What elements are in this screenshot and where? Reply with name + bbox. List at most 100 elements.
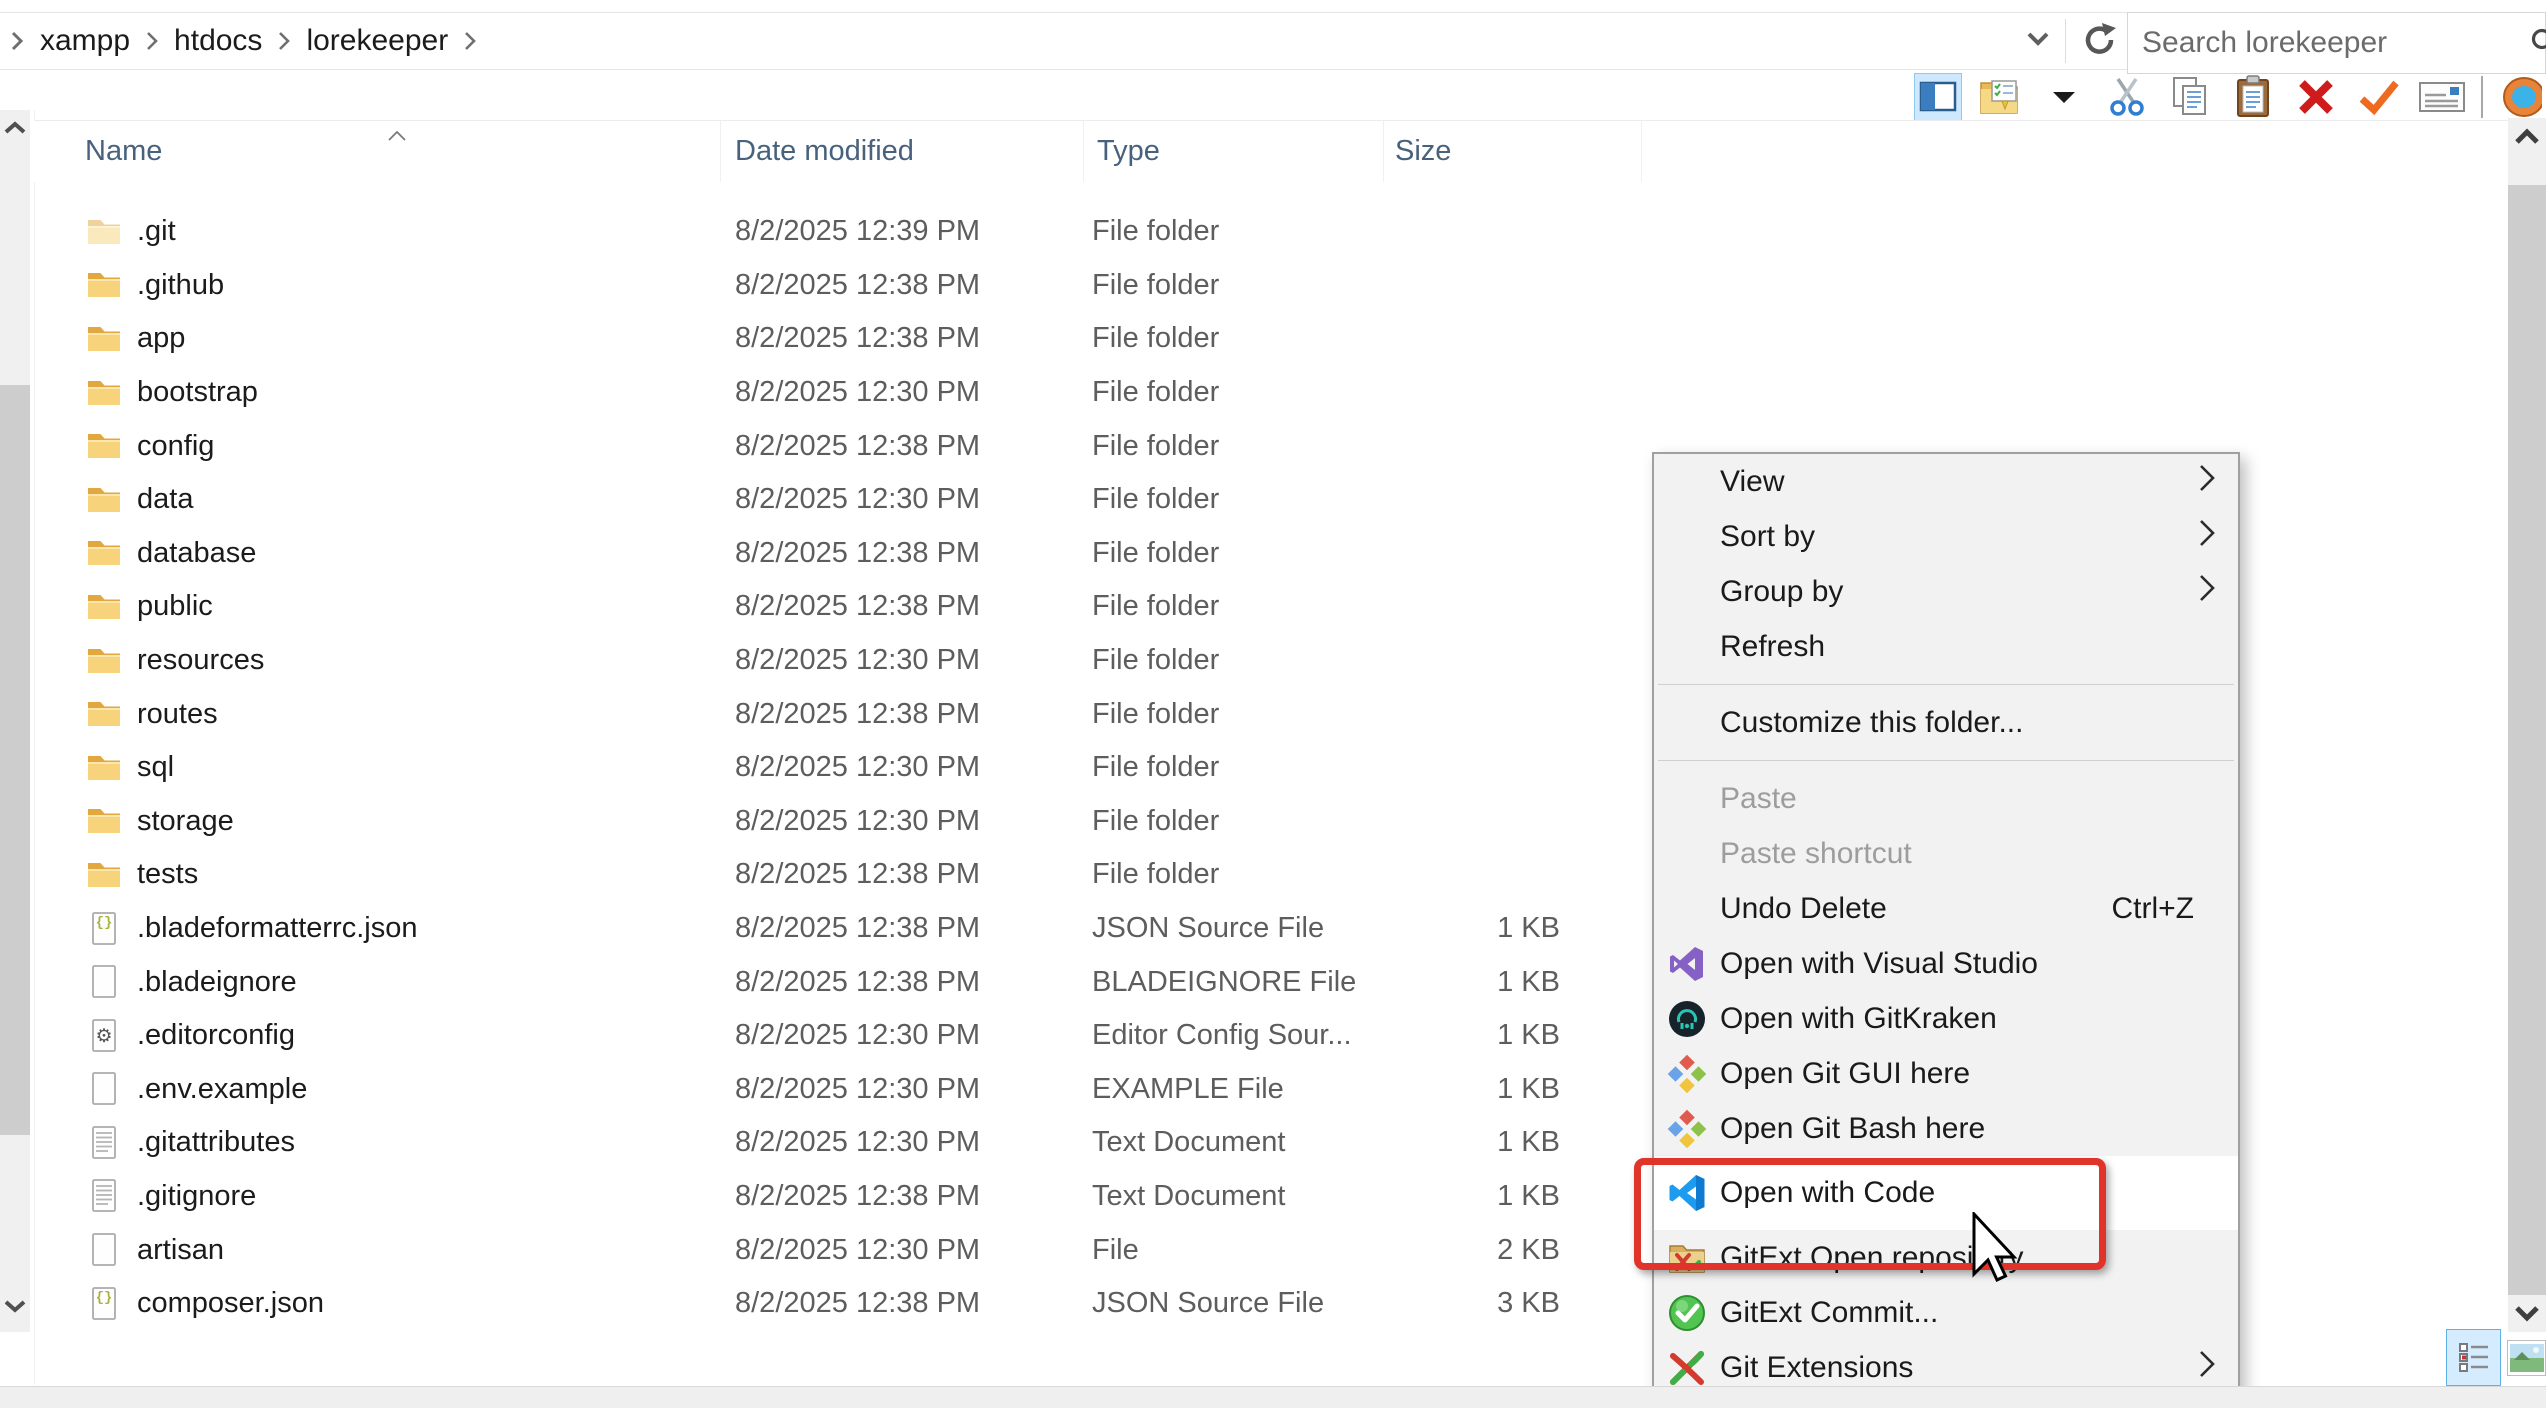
details-view-button[interactable] [2446,1329,2501,1386]
folder-options-button[interactable] [1977,73,2025,121]
menu-item-label: Paste shortcut [1720,837,1912,871]
dropdown-caret-button[interactable] [2040,73,2088,121]
breadcrumb-chevron-icon[interactable] [268,31,300,51]
search-icon[interactable] [2528,26,2546,60]
file-icon: {} [85,1283,123,1325]
menu-item-open-with-visual-studio[interactable]: Open with Visual Studio [1654,936,2238,991]
file-type: File folder [1092,483,1219,516]
folder-icon [85,211,123,253]
menu-item-label: Undo Delete [1720,892,1887,926]
column-header-size[interactable]: Size [1384,121,1642,182]
scroll-down-icon[interactable] [0,1292,30,1320]
cut-icon [2106,75,2148,119]
menu-item-label: GitExt Open repository [1720,1241,2023,1275]
file-size: 2 KB [1320,1234,1560,1267]
menu-item-open-with-code[interactable]: Open with Code [1654,1156,2238,1230]
search-input[interactable] [2128,26,2528,60]
menu-item-group-by[interactable]: Group by [1654,564,2238,619]
menu-item-open-git-gui-here[interactable]: Open Git GUI here [1654,1046,2238,1101]
menu-item-label: Customize this folder... [1720,706,2023,740]
file-row-.git[interactable]: .git8/2/2025 12:39 PMFile folder [34,205,2508,259]
left-scrollbar[interactable] [0,110,30,1332]
breadcrumb-chevron-icon[interactable] [454,31,486,51]
thumbnail-view-button[interactable] [2507,1340,2546,1376]
file-type: JSON Source File [1092,912,1324,945]
paste-button[interactable] [2229,73,2277,121]
breadcrumb-chevron-icon[interactable] [136,31,168,51]
scroll-up-icon[interactable] [0,114,30,142]
delete-button[interactable] [2292,73,2340,121]
svg-text:{}: {} [96,1290,113,1306]
file-size: 1 KB [1320,912,1560,945]
menu-item-view[interactable]: View [1654,454,2238,509]
file-date: 8/2/2025 12:38 PM [735,912,980,945]
menu-item-customize-this-folder[interactable]: Customize this folder... [1654,695,2238,750]
folder-icon [85,318,123,360]
preview-pane-button[interactable] [1914,73,1962,121]
file-date: 8/2/2025 12:38 PM [735,322,980,355]
address-dropdown-icon[interactable] [2025,31,2051,52]
refresh-icon[interactable] [2080,19,2120,64]
file-name: public [137,590,213,623]
file-icon [85,1336,123,1345]
git-bash-icon [1666,1108,1708,1150]
column-header-date-modified[interactable]: Date modified [721,121,1084,182]
thumbnail-view-icon [2510,1344,2544,1372]
menu-item-open-git-bash-here[interactable]: Open Git Bash here [1654,1101,2238,1156]
cut-button[interactable] [2103,73,2151,121]
right-scroll-down-icon[interactable] [2508,1298,2546,1328]
file-type: File [1092,1234,1139,1267]
file-type: File folder [1092,751,1219,784]
menu-item-paste-shortcut: Paste shortcut [1654,826,2238,881]
menu-item-sort-by[interactable]: Sort by [1654,509,2238,564]
file-date: 8/2/2025 12:30 PM [735,1073,980,1106]
file-type: Text Document [1092,1180,1285,1213]
breadcrumb-item-xampp[interactable]: xampp [34,24,136,58]
right-scrollbar-thumb[interactable] [2508,185,2546,1295]
left-scrollbar-thumb[interactable] [0,385,30,1135]
folder-icon [85,640,123,682]
file-type: Editor Config Sour... [1092,1019,1352,1052]
file-row-app[interactable]: app8/2/2025 12:38 PMFile folder [34,312,2508,366]
mail-button[interactable] [2418,73,2466,121]
file-date: 8/2/2025 12:38 PM [735,966,980,999]
file-date: 8/2/2025 12:38 PM [735,1180,980,1213]
checkmark-button[interactable] [2355,73,2403,121]
menu-item-refresh[interactable]: Refresh [1654,619,2238,674]
visual-studio-icon [1666,943,1708,985]
right-scrollbar[interactable] [2508,118,2546,1332]
gitext-commit-icon [1666,1292,1708,1334]
breadcrumb-item-htdocs[interactable]: htdocs [168,24,268,58]
breadcrumb-root-chevron-icon[interactable] [0,30,34,52]
copy-button[interactable] [2166,73,2214,121]
file-name: app [137,322,185,355]
file-icon [85,1229,123,1271]
submenu-arrow-icon [2198,1349,2216,1387]
file-date: 8/2/2025 12:30 PM [735,1126,980,1159]
file-type: File folder [1092,537,1219,570]
shell-button[interactable] [2498,73,2546,121]
shell-icon [2502,74,2542,120]
menu-shortcut: Ctrl+Z [2112,892,2239,926]
column-header-type[interactable]: Type [1084,121,1384,182]
file-name: .env.example [137,1073,307,1106]
file-type: File folder [1092,644,1219,677]
menu-item-label: Open with Visual Studio [1720,947,2038,981]
breadcrumb-item-lorekeeper[interactable]: lorekeeper [300,24,454,58]
menu-item-undo-delete[interactable]: Undo Delete Ctrl+Z [1654,881,2238,936]
file-row-.github[interactable]: .github8/2/2025 12:38 PMFile folder [34,259,2508,313]
file-type: File folder [1092,215,1219,248]
column-header-name[interactable]: Name [34,121,721,182]
menu-item-open-with-gitkraken[interactable]: Open with GitKraken [1654,991,2238,1046]
file-date: 8/2/2025 12:30 PM [735,805,980,838]
file-type: EXAMPLE File [1092,1073,1284,1106]
file-row-bootstrap[interactable]: bootstrap8/2/2025 12:30 PMFile folder [34,366,2508,420]
right-scroll-up-icon[interactable] [2508,120,2546,154]
menu-item-gitext-commit[interactable]: GitExt Commit... [1654,1285,2238,1340]
file-size: 1 KB [1320,1180,1560,1213]
menu-item-gitext-open-repository[interactable]: GitExt Open repository [1654,1230,2238,1285]
file-type: File folder [1092,698,1219,731]
file-name: composer.json [137,1287,324,1320]
paste-icon [2233,74,2273,120]
mail-icon [2418,79,2466,115]
